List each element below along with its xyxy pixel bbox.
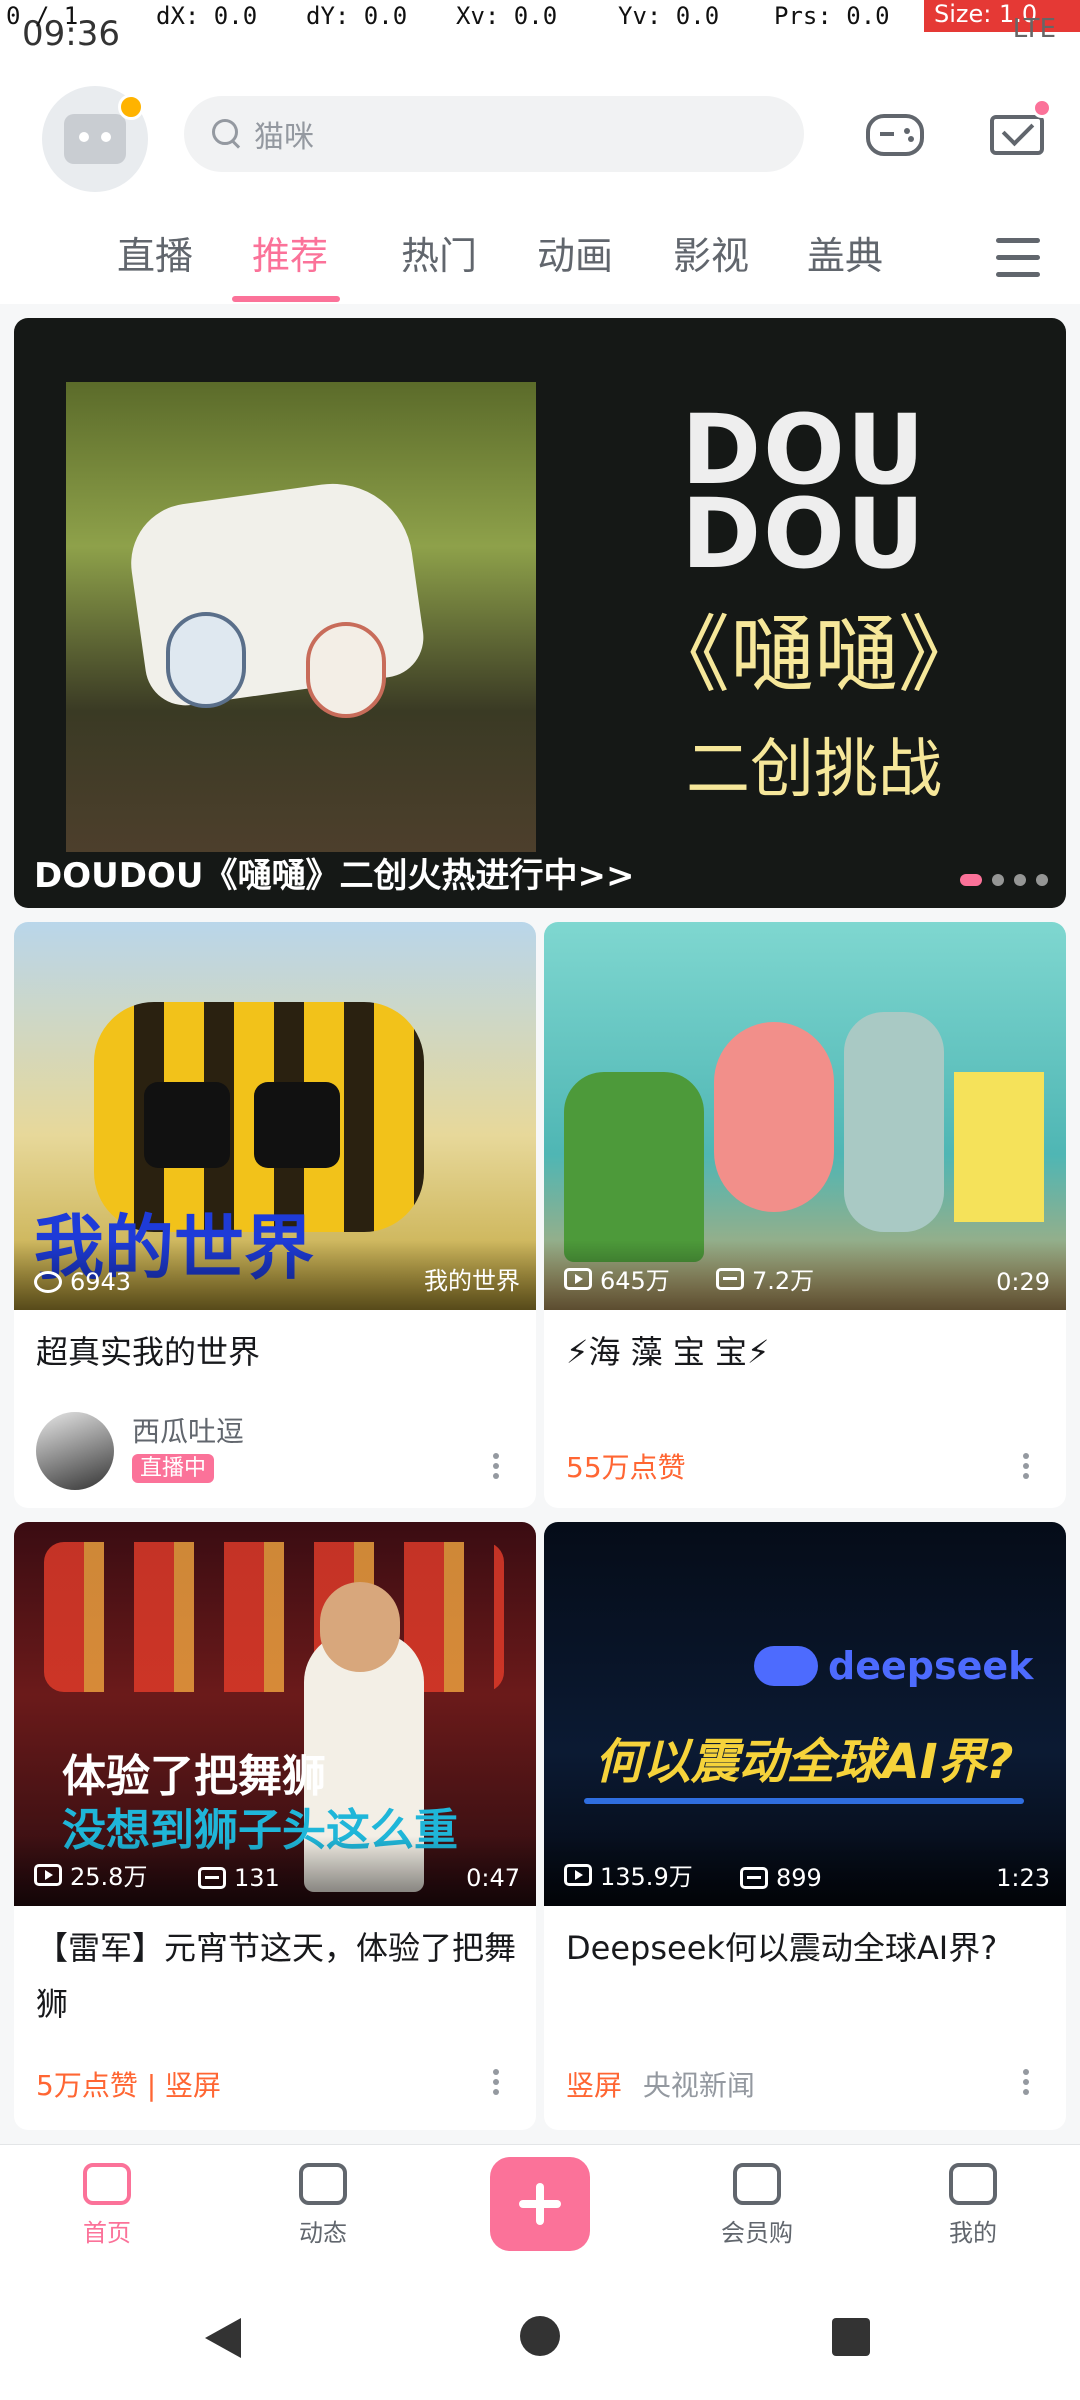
- system-navigation-bar: [0, 2274, 1080, 2400]
- view-count: 25.8万: [34, 1857, 147, 1892]
- active-tab-indicator: [232, 296, 340, 302]
- video-duration: 1:23: [996, 1864, 1050, 1892]
- nav-mall[interactable]: 会员购: [702, 2163, 812, 2248]
- like-count: 5万点赞 | 竖屏: [36, 2069, 222, 2102]
- video-duration: 0:29: [996, 1268, 1050, 1296]
- danmaku-count: 131: [198, 1864, 280, 1892]
- debug-prs: Prs: 0.0: [774, 2, 890, 30]
- video-thumbnail: 体验了把舞狮 没想到狮子头这么重 25.8万 131 0:47: [14, 1522, 536, 1906]
- nav-home[interactable]: 首页: [52, 2163, 162, 2248]
- danmaku-icon: [716, 1267, 744, 1290]
- danmaku-count: 899: [740, 1864, 822, 1892]
- avatar-badge-icon: [118, 94, 144, 120]
- video-title: Deepseek何以震动全球AI界?: [566, 1929, 998, 1967]
- dynamic-icon: [299, 2163, 347, 2205]
- video-title: 超真实我的世界: [36, 1333, 261, 1371]
- play-icon: [34, 1863, 62, 1886]
- recent-apps-icon[interactable]: [832, 2318, 870, 2356]
- channel-name: 央视新闻: [642, 2069, 755, 2102]
- uploader-name: 西瓜吐逗: [132, 1415, 245, 1448]
- bilibili-tv-icon: [64, 114, 126, 164]
- more-options-icon[interactable]: [1006, 2062, 1046, 2102]
- home-icon: [83, 2163, 131, 2205]
- video-title: ⚡海 藻 宝 宝⚡: [566, 1333, 770, 1371]
- nav-dynamic[interactable]: 动态: [268, 2163, 378, 2248]
- tab-movies[interactable]: 影视: [666, 230, 756, 282]
- video-card[interactable]: 645万 7.2万 0:29 ⚡海 藻 宝 宝⚡ 55万点赞: [544, 922, 1066, 1508]
- thumb-headline: 何以震动全球AI界?: [594, 1734, 1014, 1790]
- video-card[interactable]: 体验了把舞狮 没想到狮子头这么重 25.8万 131 0:47 【雷军】元宵节这…: [14, 1522, 536, 2130]
- topic-label: 我的世界: [424, 1267, 520, 1295]
- banner-caption: DOUDOU《嗵嗵》二创火热进行中>>: [34, 856, 635, 896]
- gamepad-icon: [866, 114, 924, 156]
- eye-icon: [34, 1271, 62, 1293]
- video-duration: 0:47: [466, 1864, 520, 1892]
- top-header: 猫咪: [0, 64, 1080, 208]
- danmaku-icon: [740, 1867, 768, 1889]
- status-bar: 09:36 0 / 1 dX: 0.0 dY: 0.0 Xv: 0.0 Yv: …: [0, 0, 1080, 64]
- game-center-button[interactable]: [860, 100, 930, 170]
- video-card[interactable]: deepseek 何以震动全球AI界? 135.9万 899 1:23 Deep…: [544, 1522, 1066, 2130]
- banner-dot: [1036, 874, 1048, 886]
- uploader-avatar[interactable]: [36, 1412, 114, 1490]
- video-thumbnail: 我的世界 6943 我的世界: [14, 922, 536, 1310]
- promo-banner[interactable]: DOU DOU 《嗵嗵》 二创挑战 DOUDOU《嗵嗵》二创火热进行中>>: [14, 318, 1066, 908]
- home-button-icon[interactable]: [520, 2316, 560, 2356]
- mail-icon: [990, 115, 1044, 155]
- pointer-debug-overlay: 0 / 1 dX: 0.0 dY: 0.0 Xv: 0.0 Yv: 0.0 Pr…: [0, 0, 1080, 32]
- banner-logo: DOU DOU: [681, 394, 927, 590]
- whale-logo-icon: [754, 1646, 818, 1686]
- more-options-icon[interactable]: [1006, 1446, 1046, 1486]
- more-options-icon[interactable]: [476, 2062, 516, 2102]
- play-icon: [564, 1267, 592, 1290]
- danmaku-icon: [198, 1867, 226, 1889]
- vertical-tag: 竖屏: [566, 2069, 623, 2102]
- channel-menu-icon[interactable]: [996, 238, 1040, 278]
- back-icon[interactable]: [205, 2318, 241, 2358]
- publish-button[interactable]: [490, 2157, 590, 2251]
- debug-yv: Yv: 0.0: [618, 2, 720, 30]
- tab-popular[interactable]: 热门: [394, 230, 484, 282]
- tab-anime[interactable]: 动画: [530, 230, 620, 282]
- tv-shop-icon: [733, 2163, 781, 2205]
- thumb-brand: deepseek: [828, 1644, 1034, 1688]
- tab-recommend[interactable]: 推荐: [242, 230, 338, 282]
- banner-song-title: 《嗵嗵》: [645, 606, 982, 704]
- notification-dot: [1032, 98, 1052, 118]
- banner-dot: [992, 874, 1004, 886]
- danmaku-count: 7.2万: [716, 1261, 814, 1296]
- banner-dot: [1014, 874, 1026, 886]
- banner-photo: [66, 382, 536, 852]
- view-count: 645万: [564, 1261, 670, 1296]
- tab-live[interactable]: 直播: [110, 230, 200, 282]
- video-card[interactable]: 我的世界 6943 我的世界 超真实我的世界 西瓜吐逗 直播中: [14, 922, 536, 1508]
- channel-tabs: 直播 推荐 热门 动画 影视 盖典: [0, 208, 1080, 304]
- debug-size: Size: 1.0: [924, 0, 1080, 32]
- tab-classics[interactable]: 盖典: [800, 230, 890, 282]
- banner-challenge-text: 二创挑战: [686, 733, 942, 807]
- like-count: 55万点赞: [566, 1451, 686, 1484]
- network-indicator: LTE: [1012, 14, 1056, 44]
- search-placeholder: 猫咪: [254, 120, 314, 155]
- card-meta: 竖屏 央视新闻: [566, 2064, 755, 2104]
- view-count: 135.9万: [564, 1857, 693, 1892]
- profile-icon: [949, 2163, 997, 2205]
- search-icon: [212, 119, 242, 149]
- play-icon: [564, 1863, 592, 1886]
- debug-xv: Xv: 0.0: [456, 2, 558, 30]
- live-badge: 直播中: [132, 1450, 215, 1483]
- video-thumbnail: 645万 7.2万 0:29: [544, 922, 1066, 1310]
- pointer-count: 0 / 1: [6, 2, 79, 30]
- bottom-navigation: 首页 动态 会员购 我的: [0, 2144, 1080, 2274]
- video-thumbnail: deepseek 何以震动全球AI界? 135.9万 899 1:23: [544, 1522, 1066, 1906]
- debug-dx: dX: 0.0: [156, 2, 258, 30]
- video-title: 【雷军】元宵节这天，体验了把舞狮: [36, 1929, 517, 2023]
- more-options-icon[interactable]: [476, 1446, 516, 1486]
- banner-pager: [960, 874, 1048, 886]
- debug-dy: dY: 0.0: [306, 2, 408, 30]
- banner-dot-active: [960, 874, 982, 886]
- view-count: 6943: [34, 1268, 131, 1296]
- search-bar[interactable]: 猫咪: [184, 96, 804, 172]
- nav-profile[interactable]: 我的: [918, 2163, 1028, 2248]
